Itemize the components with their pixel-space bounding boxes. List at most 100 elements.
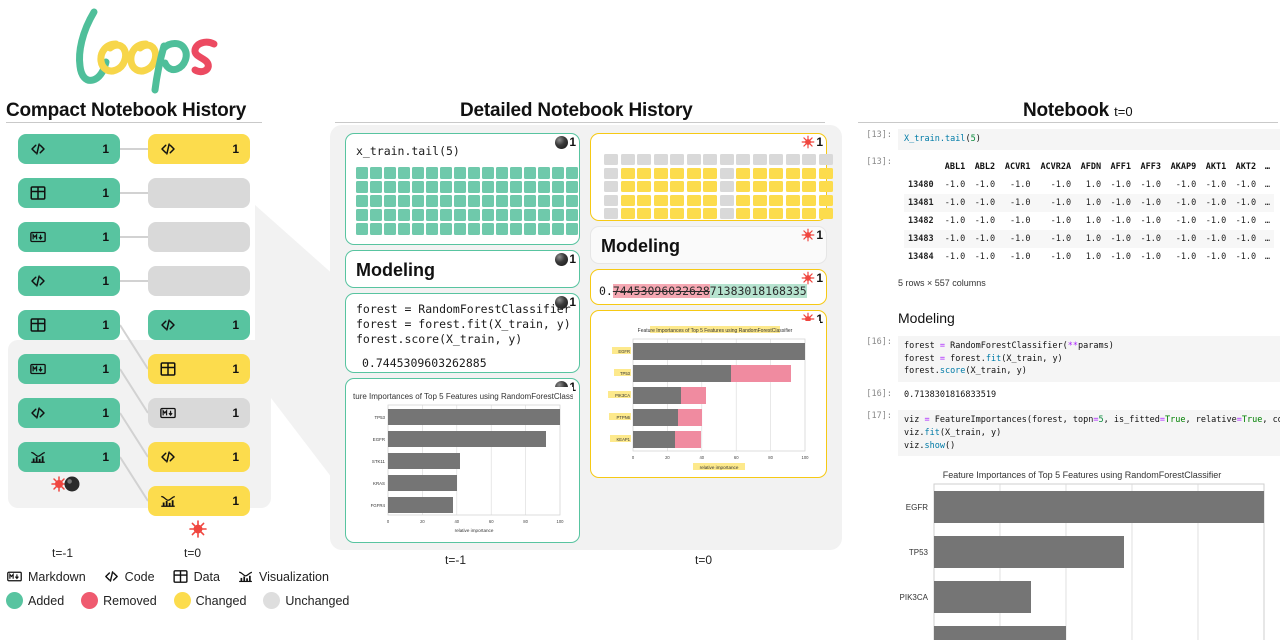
cell: -1.0 <box>944 197 966 208</box>
svg-text:Feature Importances of Top 5 F: Feature Importances of Top 5 Features us… <box>638 328 793 334</box>
compact-cell-prev-4[interactable]: 1 <box>18 266 120 296</box>
compact-cell-prev-6[interactable]: 1 <box>18 354 120 384</box>
cell-prompt: [16]: <box>866 336 892 347</box>
data-icon <box>160 362 176 376</box>
compact-cell-curr-3[interactable] <box>148 222 250 252</box>
legend-item-visualization: Visualization <box>237 568 329 585</box>
compact-cell-curr-1[interactable]: 1 <box>148 134 250 164</box>
compact-cell-prev-2[interactable]: 1 <box>18 178 120 208</box>
compact-cell-prev-3[interactable]: 1 <box>18 222 120 252</box>
prev-execution-marker <box>48 474 86 499</box>
compact-cell-prev-5[interactable]: 1 <box>18 310 120 340</box>
compact-cell-curr-6[interactable]: 1 <box>148 354 250 384</box>
compact-title-rule <box>6 122 262 123</box>
detailed-prev-data-cell[interactable]: 1 x_train.tail(5) <box>345 133 580 245</box>
badge-count: 1 <box>569 295 576 309</box>
col-header: AKT2 <box>1235 161 1257 172</box>
legend-item-unchanged: Unchanged <box>263 592 349 609</box>
svg-text:Feature Importances of Top 5 F: Feature Importances of Top 5 Features us… <box>943 470 1221 480</box>
notebook-cell-input-13[interactable]: [13]: X_train.tail(5) <box>858 129 1280 150</box>
compact-cell-curr-7[interactable]: 1 <box>148 398 250 428</box>
badge-count: 1 <box>569 135 576 149</box>
notebook-cell-input-16[interactable]: [16]: forest = RandomForestClassifier(**… <box>858 335 1280 382</box>
badge-count: 1 <box>569 252 576 266</box>
cell-source[interactable]: forest = RandomForestClassifier(**params… <box>898 335 1280 382</box>
svg-text:EGFR: EGFR <box>373 437 385 442</box>
row-index: 13482 <box>908 215 934 226</box>
table-row: 13481 -1.0 -1.0 -1.0 -1.0 1.0 -1.0 -1.0 … <box>904 193 1274 212</box>
cell-source[interactable]: X_train.tail(5) <box>898 129 1280 150</box>
code-icon <box>31 143 45 155</box>
col-header: ACVR2A <box>1040 161 1072 172</box>
curr-execution-marker <box>186 518 210 545</box>
cell-count: 1 <box>232 406 239 420</box>
cell: 1.0 <box>1085 251 1102 262</box>
dataframe-table: ABL1 ABL2 ACVR1 ACVR2A AFDN AFF1 AFF3 AK… <box>904 158 1274 266</box>
markdown-icon <box>30 363 46 375</box>
detailed-prev-code-cell[interactable]: 1 forest = RandomForestClassifier forest… <box>345 293 580 373</box>
diff-added: 71383018168335 <box>709 284 807 298</box>
cell-count: 1 <box>102 406 109 420</box>
detailed-curr-data-cell[interactable]: 1 <box>590 133 833 221</box>
cell-source[interactable]: viz = FeatureImportances(forest, topn=5,… <box>898 410 1280 457</box>
dataframe-shape-note: 5 rows × 557 columns <box>898 277 986 288</box>
cell-count: 1 <box>102 362 109 376</box>
cell: -1.0 <box>1140 251 1161 262</box>
cell: -1.0 <box>1205 215 1227 226</box>
cell: -1.0 <box>1175 215 1197 226</box>
cell-count: 1 <box>102 186 109 200</box>
svg-text:40: 40 <box>454 519 459 524</box>
svg-text:EGFR: EGFR <box>618 349 630 354</box>
cell: … <box>1264 215 1270 226</box>
cell-count: 1 <box>102 274 109 288</box>
svg-text:80: 80 <box>523 519 528 524</box>
svg-text:TP53: TP53 <box>375 415 386 420</box>
code-cell-output: 0.7445309603262885 <box>362 355 487 370</box>
added-swatch <box>6 592 23 609</box>
detailed-curr-viz-cell[interactable]: 1 Feature Importances of Top 5 Features … <box>590 310 827 478</box>
svg-text:relative importance: relative importance <box>455 528 494 533</box>
cell: -1.0 <box>974 179 996 190</box>
cell: -1.0 <box>1050 197 1072 208</box>
notebook-section-heading: Modeling <box>898 309 955 326</box>
cell: -1.0 <box>1110 233 1132 244</box>
svg-text:FGFR4: FGFR4 <box>371 503 386 508</box>
table-row: 13480 -1.0 -1.0 -1.0 -1.0 1.0 -1.0 -1.0 … <box>904 176 1274 194</box>
detailed-curr-markdown-cell[interactable]: 1 Modeling <box>590 226 827 264</box>
code-icon <box>161 143 175 155</box>
unchanged-swatch <box>263 592 281 609</box>
cell: -1.0 <box>1110 215 1132 226</box>
execution-dot-icon <box>555 135 569 149</box>
detailed-curr-diff-cell[interactable]: 1 0.7445309603262871383018168335 <box>590 269 827 305</box>
notebook-title-rule <box>858 122 1278 123</box>
compact-cell-prev-1[interactable]: 1 <box>18 134 120 164</box>
cell: -1.0 <box>1050 251 1072 262</box>
viz-icon <box>239 571 253 583</box>
cell: … <box>1264 179 1270 190</box>
legend-label: Added <box>28 593 65 608</box>
cell: -1.0 <box>1050 179 1072 190</box>
notebook-cell-input-17[interactable]: [17]: viz = FeatureImportances(forest, t… <box>858 410 1280 457</box>
legend-item-added: Added <box>6 592 64 609</box>
cell: -1.0 <box>944 179 966 190</box>
cell-badge: 1 <box>801 135 823 149</box>
legend-cell-types: Markdown Code Data Visualization <box>6 568 366 585</box>
cell-count: 1 <box>102 142 109 156</box>
compact-cell-curr-5[interactable]: 1 <box>148 310 250 340</box>
compact-cell-prev-7[interactable]: 1 <box>18 398 120 428</box>
execution-dot-icon <box>555 295 569 309</box>
badge-count: 1 <box>816 135 823 149</box>
detailed-prev-viz-cell[interactable]: 1 Feature Importances of Top 5 Features … <box>345 378 580 543</box>
compact-cell-curr-9[interactable]: 1 <box>148 486 250 516</box>
col-header <box>904 158 939 176</box>
compact-cell-curr-2[interactable] <box>148 178 250 208</box>
svg-text:20: 20 <box>420 519 425 524</box>
detailed-prev-markdown-cell[interactable]: 1 Modeling <box>345 250 580 288</box>
compact-cell-curr-4[interactable] <box>148 266 250 296</box>
badge-count: 1 <box>816 228 823 242</box>
cell: -1.0 <box>944 233 966 244</box>
detailed-timeline-curr: t=0 <box>695 553 713 567</box>
compact-cell-prev-8[interactable]: 1 <box>18 442 120 472</box>
cell: -1.0 <box>1235 179 1257 190</box>
compact-cell-curr-8[interactable]: 1 <box>148 442 250 472</box>
